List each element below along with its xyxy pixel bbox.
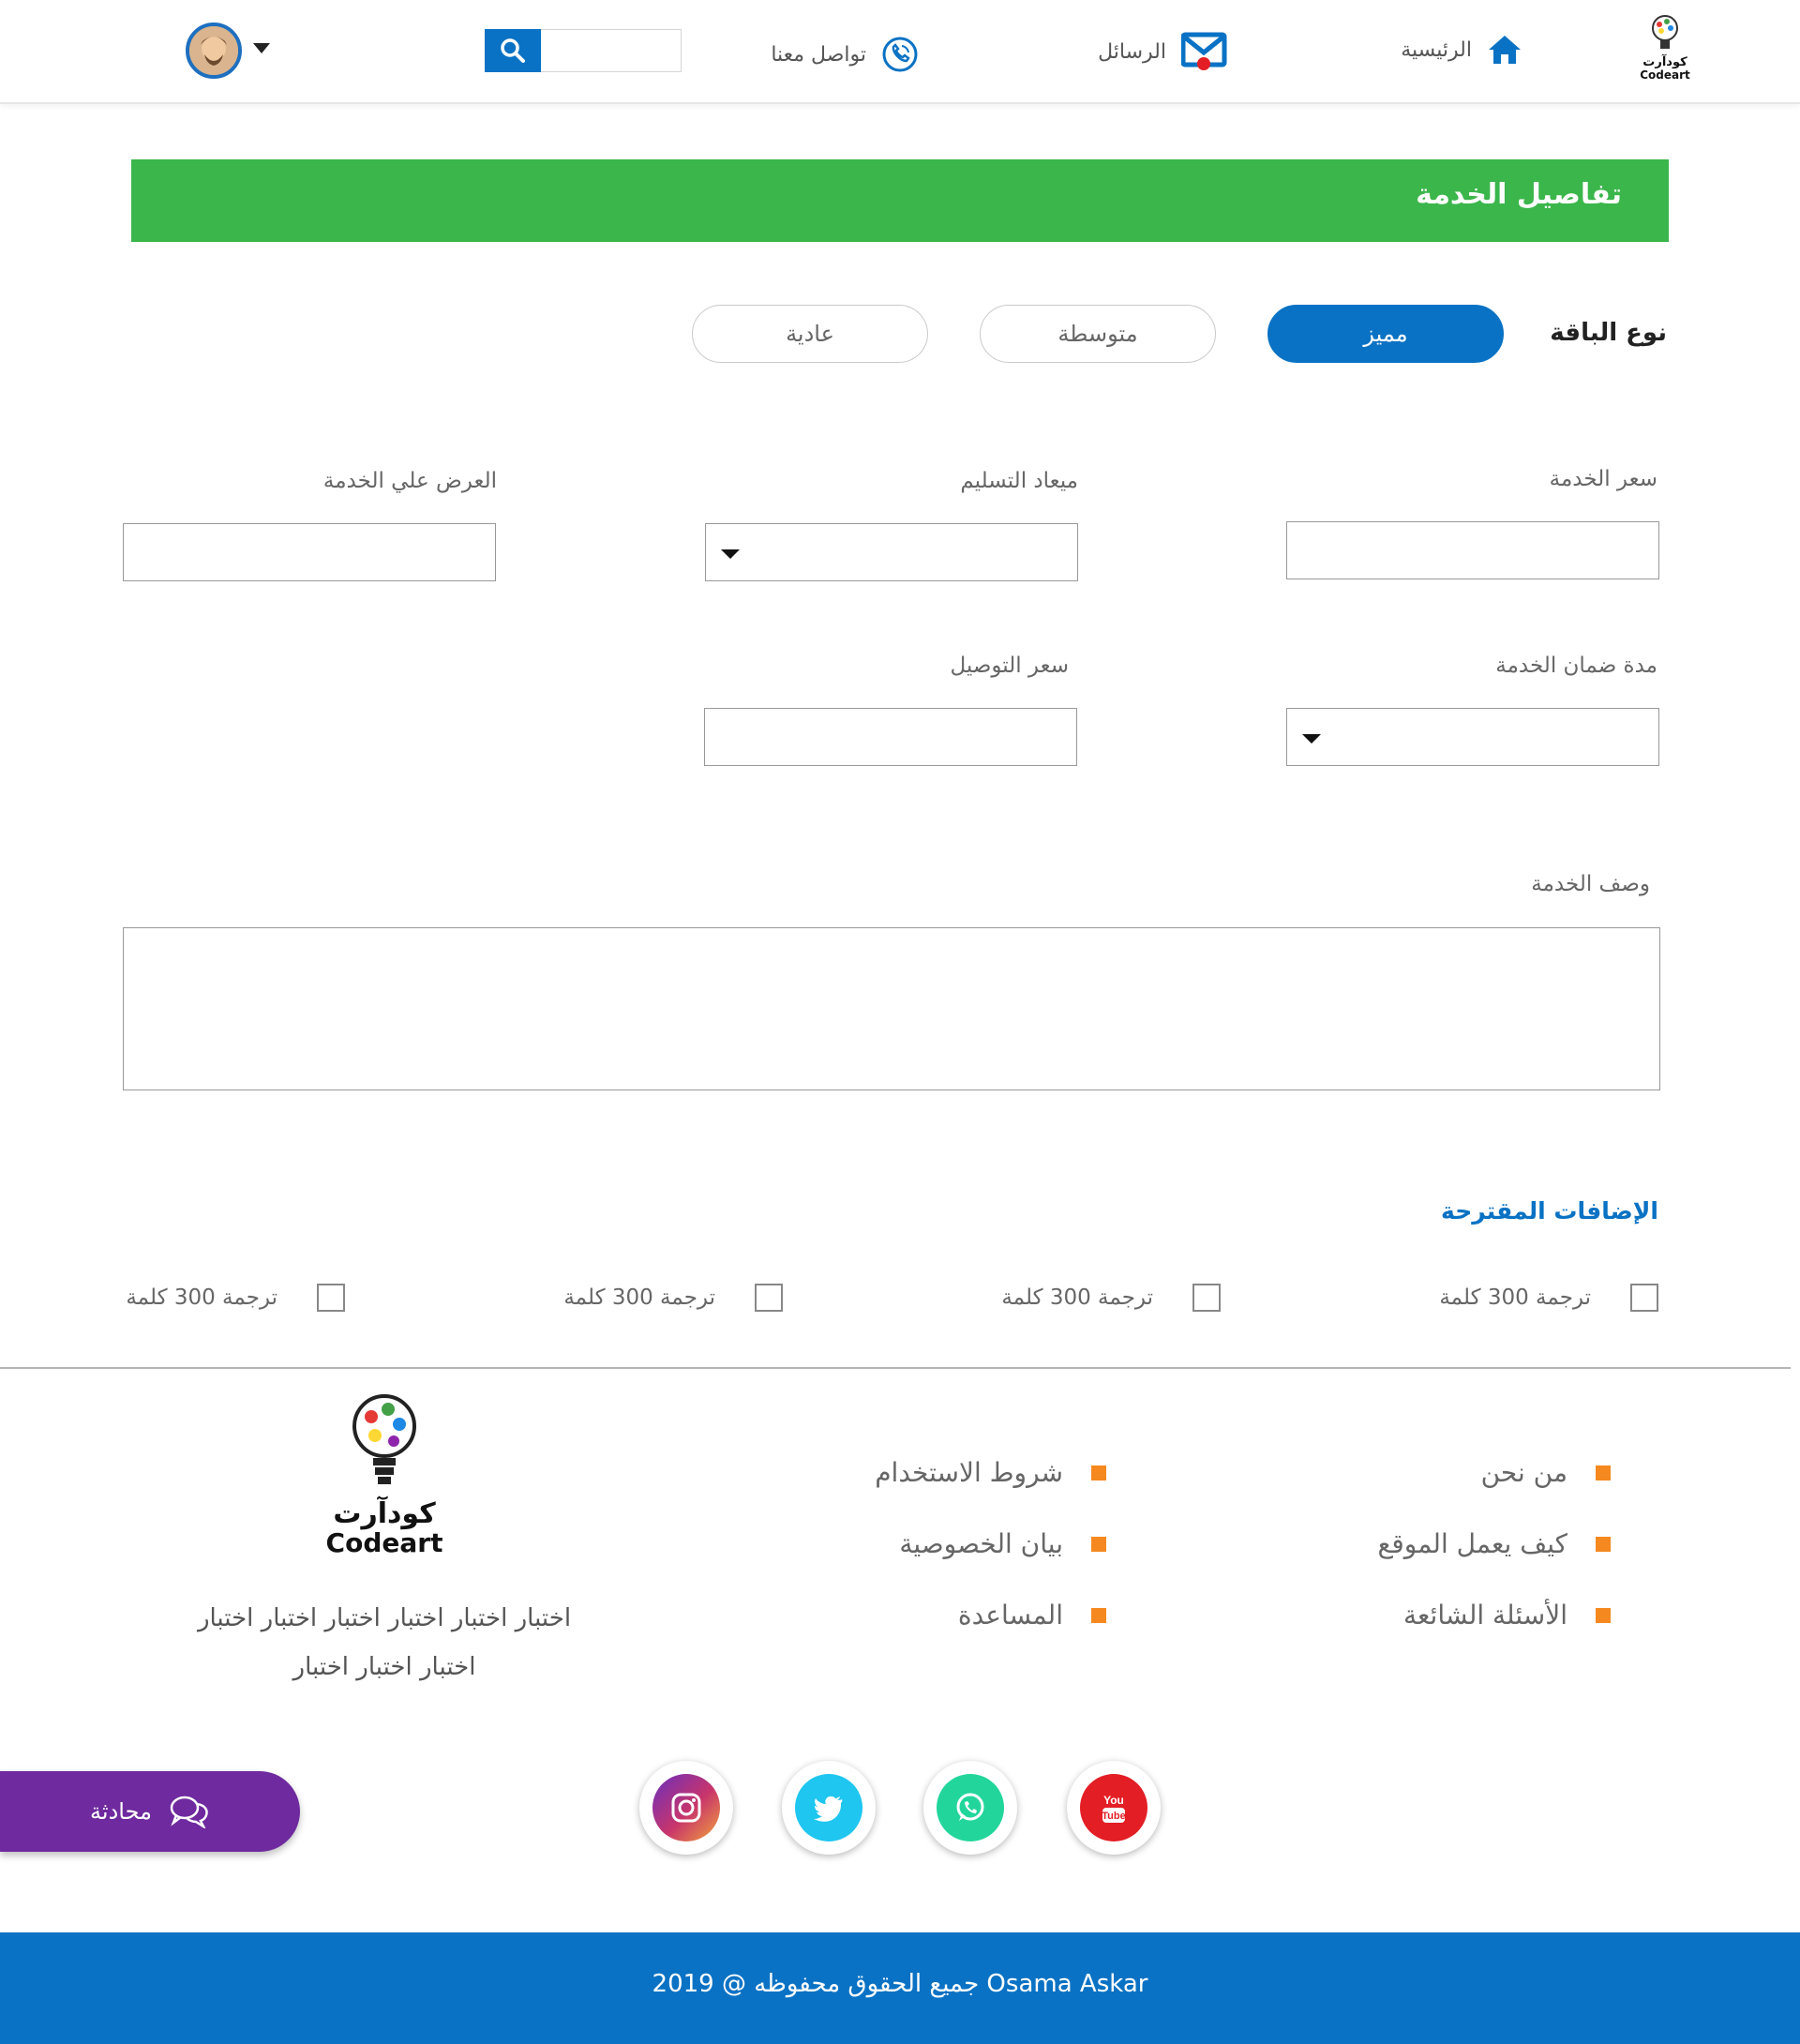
delivery-date-label: ميعاد التسليم — [960, 469, 1078, 493]
package-option-normal[interactable]: عادية — [692, 305, 928, 363]
nav-messages[interactable]: الرسائل — [1098, 32, 1228, 71]
dropdown-arrow-icon — [1302, 734, 1321, 744]
service-description-label: وصف الخدمة — [1531, 872, 1650, 896]
whatsapp-link[interactable] — [923, 1761, 1017, 1855]
service-description-textarea[interactable] — [123, 927, 1660, 1090]
footer-logo-text-en: Codeart — [325, 1527, 443, 1558]
warranty-duration-select[interactable] — [1286, 708, 1659, 766]
addon-label: ترجمة 300 كلمة — [126, 1285, 278, 1310]
bullet-icon — [1091, 1465, 1106, 1480]
nav-contact-label: تواصل معنا — [771, 42, 866, 67]
addon-item[interactable]: ترجمة 300 كلمة — [563, 1284, 783, 1312]
logo-text-en: Codeart — [1640, 68, 1690, 82]
warranty-duration-label: مدة ضمان الخدمة — [1495, 654, 1658, 678]
mail-icon — [1181, 32, 1227, 70]
footer-logo-text-ar: كودآرت — [333, 1497, 436, 1530]
dropdown-arrow-icon — [721, 549, 740, 559]
instagram-icon — [671, 1793, 701, 1823]
footer-about-line: اختبار اختبار اختبار اختبار اختبار اختبا… — [197, 1604, 572, 1632]
package-option-medium[interactable]: متوسطة — [980, 305, 1216, 363]
footer-link-label: الأسئلة الشائعة — [1403, 1600, 1568, 1631]
home-icon — [1489, 36, 1521, 64]
whatsapp-icon — [956, 1793, 984, 1821]
package-type-label: نوع الباقة — [1550, 319, 1667, 347]
addon-checkbox[interactable] — [755, 1284, 783, 1312]
footer-about-text: اختبار اختبار اختبار اختبار اختبار اختبا… — [169, 1594, 600, 1691]
addon-item[interactable]: ترجمة 300 كلمة — [126, 1284, 345, 1312]
bullet-icon — [1596, 1536, 1611, 1552]
bullet-icon — [1091, 1607, 1106, 1623]
user-avatar[interactable] — [186, 23, 242, 79]
footer-link-about[interactable]: من نحن — [1481, 1457, 1611, 1488]
service-price-label: سعر الخدمة — [1549, 467, 1658, 491]
chat-button[interactable]: محادثة — [0, 1771, 300, 1852]
nav-contact[interactable]: تواصل معنا — [771, 36, 919, 73]
service-price-input[interactable] — [1286, 521, 1659, 579]
suggested-addons-title: الإضافات المقترحة — [1441, 1197, 1658, 1225]
twitter-link[interactable] — [782, 1761, 876, 1855]
delivery-price-label: سعر التوصيل — [950, 654, 1069, 678]
chat-button-label: محادثة — [90, 1798, 152, 1825]
footer-link-terms[interactable]: شروط الاستخدام — [875, 1457, 1106, 1488]
footer-link-faq[interactable]: الأسئلة الشائعة — [1403, 1600, 1611, 1631]
nav-home-label: الرئيسية — [1401, 38, 1472, 62]
addon-item[interactable]: ترجمة 300 كلمة — [1001, 1284, 1221, 1312]
addon-label: ترجمة 300 كلمة — [1439, 1285, 1591, 1310]
nav-messages-label: الرسائل — [1098, 39, 1166, 64]
user-menu-caret-icon[interactable] — [253, 43, 270, 53]
delivery-price-input[interactable] — [704, 708, 1077, 766]
search-button[interactable] — [485, 29, 541, 72]
youtube-icon: You Tube — [1102, 1794, 1126, 1823]
user-photo — [189, 26, 238, 75]
footer-link-label: المساعدة — [957, 1600, 1063, 1631]
search-icon — [501, 38, 525, 63]
service-offer-label: العرض علي الخدمة — [322, 469, 497, 493]
copyright-text: جميع الحقوق محفوظه @ 2019 Osama Askar — [652, 1970, 1148, 1998]
bullet-icon — [1091, 1536, 1106, 1552]
nav-home[interactable]: الرئيسية — [1401, 34, 1522, 66]
site-logo[interactable]: كودآرت Codeart — [1636, 13, 1694, 88]
addon-checkbox[interactable] — [317, 1284, 345, 1312]
footer-link-label: كيف يعمل الموقع — [1377, 1528, 1568, 1559]
twitter-icon — [814, 1796, 843, 1822]
footer-logo: كودآرت Codeart — [319, 1392, 450, 1561]
chat-bubbles-icon — [170, 1796, 208, 1828]
delivery-date-select[interactable] — [705, 523, 1078, 581]
svg-text:You: You — [1103, 1794, 1124, 1807]
instagram-link[interactable] — [639, 1761, 733, 1855]
footer-link-label: بيان الخصوصية — [899, 1528, 1063, 1559]
footer-link-privacy[interactable]: بيان الخصوصية — [899, 1528, 1106, 1559]
addon-item[interactable]: ترجمة 300 كلمة — [1439, 1284, 1658, 1312]
service-offer-input[interactable] — [123, 523, 496, 581]
svg-text:Tube: Tube — [1102, 1811, 1125, 1822]
footer-divider — [0, 1367, 1791, 1369]
lightbulb-logo-icon — [352, 1394, 416, 1484]
footer-link-help[interactable]: المساعدة — [958, 1600, 1106, 1631]
package-option-premium[interactable]: مميز — [1268, 305, 1504, 363]
footer-link-label: شروط الاستخدام — [875, 1457, 1063, 1488]
lightbulb-logo-icon — [1652, 15, 1678, 49]
addon-label: ترجمة 300 كلمة — [563, 1285, 715, 1310]
phone-call-icon — [882, 37, 918, 72]
bullet-icon — [1596, 1607, 1611, 1623]
page-title: تفاصيل الخدمة — [1416, 178, 1622, 211]
youtube-link[interactable]: You Tube — [1067, 1761, 1161, 1855]
footer-link-how-it-works[interactable]: كيف يعمل الموقع — [1377, 1528, 1611, 1559]
footer-about-line: اختبار اختبار اختبار — [292, 1653, 476, 1681]
bullet-icon — [1596, 1465, 1611, 1480]
addon-checkbox[interactable] — [1192, 1284, 1221, 1312]
logo-text-ar: كودآرت — [1642, 55, 1688, 69]
addon-label: ترجمة 300 كلمة — [1001, 1285, 1153, 1310]
addon-checkbox[interactable] — [1630, 1284, 1658, 1312]
footer-link-label: من نحن — [1480, 1457, 1568, 1488]
